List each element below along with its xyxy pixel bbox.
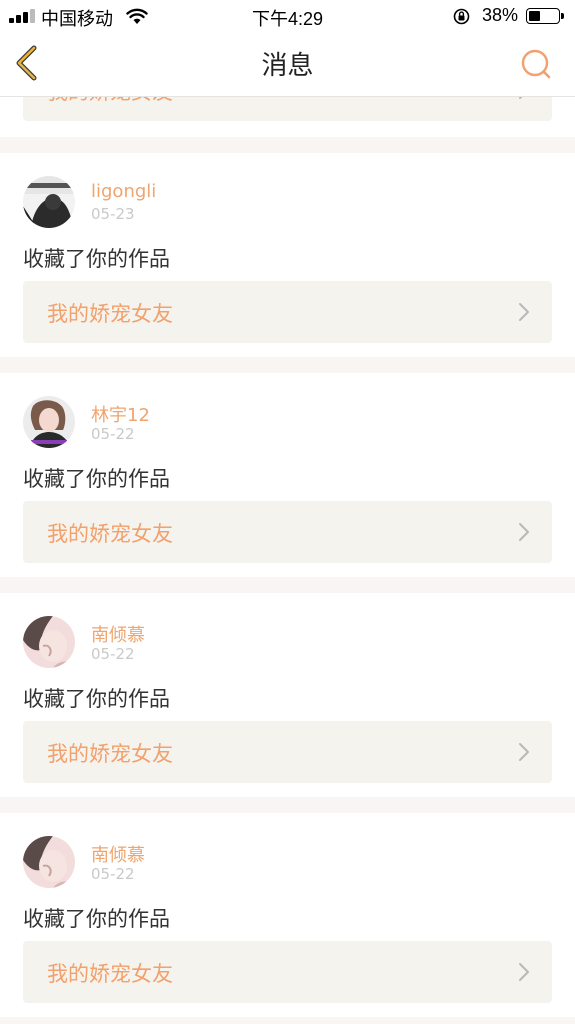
chevron-right-icon <box>519 97 523 99</box>
username[interactable]: 南倾慕 <box>91 841 145 867</box>
navigation-bar: 消息 <box>0 32 575 97</box>
work-link[interactable]: 我的娇宠女友 <box>23 721 552 783</box>
action-text: 收藏了你的作品 <box>23 467 170 491</box>
battery-icon <box>526 8 564 24</box>
chevron-right-icon <box>519 523 529 541</box>
avatar[interactable] <box>23 836 75 888</box>
username[interactable]: 南倾慕 <box>91 621 145 647</box>
message-card: 南倾慕 05-22 收藏了你的作品 我的娇宠女友 <box>0 813 575 1017</box>
message-card: 林宇12 05-22 收藏了你的作品 我的娇宠女友 <box>0 373 575 577</box>
message-card-partial: 我的娇宠女友 <box>0 97 575 137</box>
avatar[interactable] <box>23 176 75 228</box>
message-date: 05-22 <box>91 865 135 883</box>
chevron-right-icon <box>519 303 529 321</box>
work-title: 我的娇宠女友 <box>47 962 173 986</box>
card-separator <box>0 137 575 153</box>
work-title: 我的娇宠女友 <box>47 302 173 326</box>
work-link[interactable]: 我的娇宠女友 <box>23 281 552 343</box>
rotation-lock-icon <box>453 8 470 25</box>
work-title: 我的娇宠女友 <box>47 97 173 106</box>
search-button[interactable] <box>518 46 554 82</box>
chevron-right-icon <box>519 963 529 981</box>
message-date: 05-22 <box>91 425 135 443</box>
work-link[interactable]: 我的娇宠女友 <box>23 501 552 563</box>
work-link[interactable]: 我的娇宠女友 <box>23 941 552 1003</box>
work-title: 我的娇宠女友 <box>47 522 173 546</box>
username[interactable]: ligongli <box>91 181 156 202</box>
avatar[interactable] <box>23 396 75 448</box>
message-date: 05-23 <box>91 205 135 223</box>
page-title: 消息 <box>261 51 314 81</box>
battery-percentage: 38% <box>482 5 519 25</box>
action-text: 收藏了你的作品 <box>23 687 170 711</box>
chevron-right-icon <box>519 743 529 761</box>
message-list[interactable]: 我的娇宠女友 ligongli 05-23 收藏了你的作品 <box>0 97 575 1024</box>
work-title: 我的娇宠女友 <box>47 742 173 766</box>
avatar[interactable] <box>23 616 75 668</box>
action-text: 收藏了你的作品 <box>23 247 170 271</box>
action-text: 收藏了你的作品 <box>23 907 170 931</box>
search-icon <box>521 49 551 79</box>
status-bar: 中国移动 下午4:29 38% <box>0 0 575 32</box>
message-card: 南倾慕 05-22 收藏了你的作品 我的娇宠女友 <box>0 593 575 797</box>
message-card: ligongli 05-23 收藏了你的作品 我的娇宠女友 <box>0 153 575 357</box>
message-date: 05-22 <box>91 645 135 663</box>
work-link[interactable]: 我的娇宠女友 <box>23 97 552 121</box>
username[interactable]: 林宇12 <box>91 401 150 427</box>
